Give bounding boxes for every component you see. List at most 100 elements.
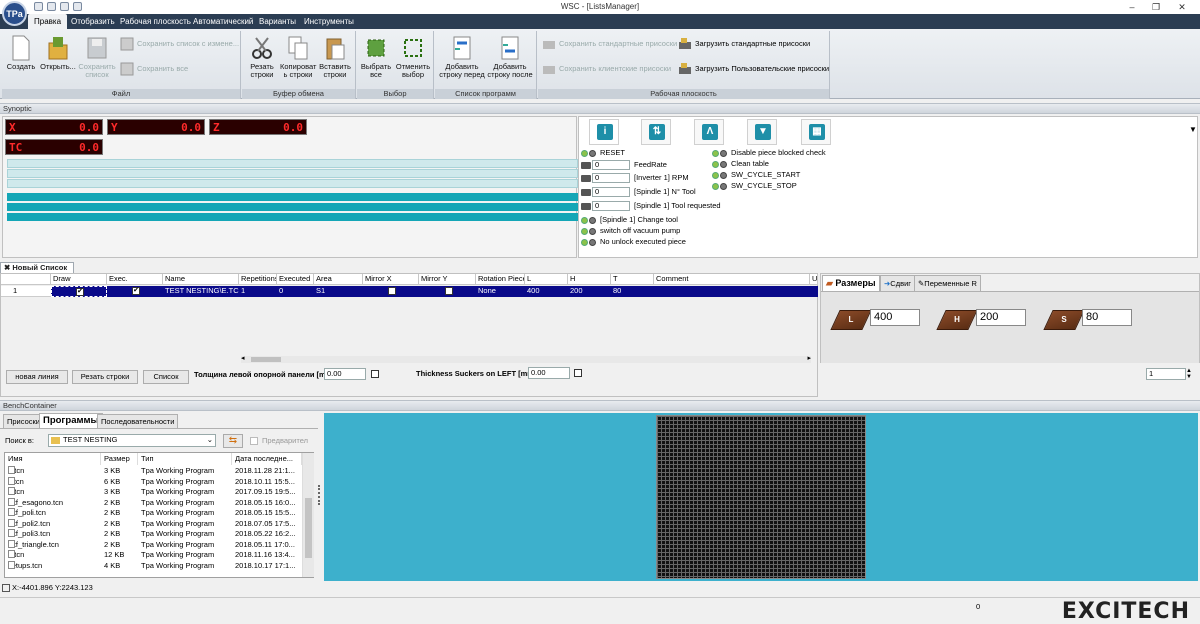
- spinner-arrows-icon[interactable]: ▲ ▼: [1186, 368, 1192, 380]
- mirror-x-checkbox[interactable]: [388, 287, 396, 296]
- tab-suckers[interactable]: Присоски: [3, 414, 44, 428]
- s-dimension-input[interactable]: 80: [1082, 309, 1132, 326]
- worktable-grid[interactable]: [656, 415, 866, 579]
- col-header-size[interactable]: Размер: [101, 453, 138, 465]
- col-header-comment[interactable]: Comment: [654, 274, 810, 285]
- list-item[interactable]: setups.tcn 4 KB Tpa Working Program 2018.10…: [5, 560, 301, 572]
- draw-checkbox-cell[interactable]: ✔: [51, 286, 107, 297]
- menu-edit[interactable]: Правка: [28, 14, 68, 29]
- spindle-button[interactable]: ▼: [747, 119, 777, 145]
- suckers-left-checkbox[interactable]: [574, 369, 582, 377]
- col-header-executed[interactable]: Executed: [277, 274, 314, 285]
- exec-checkbox-cell[interactable]: ✔: [107, 286, 163, 297]
- save-as-button[interactable]: Сохранить список с измене...: [120, 37, 239, 51]
- col-header-area[interactable]: Area: [314, 274, 363, 285]
- executed-cell[interactable]: 0: [277, 286, 314, 297]
- minimize-icon[interactable]: –: [1120, 0, 1144, 14]
- list-item[interactable]: dxf_poli.tcn 2 KB Tpa Working Program 2018.…: [5, 508, 301, 519]
- tab-sequences[interactable]: Последовательности: [97, 414, 179, 428]
- copies-spinner[interactable]: 1: [1146, 368, 1186, 380]
- mirror-y-checkbox[interactable]: [444, 287, 453, 296]
- restore-icon[interactable]: ❐: [1144, 0, 1168, 14]
- menu-workplane[interactable]: Рабочая плоскость: [120, 14, 191, 29]
- col-header-t[interactable]: T: [611, 274, 654, 285]
- menu-view[interactable]: Отобразить: [71, 14, 115, 29]
- scroll-left-icon[interactable]: ◂: [241, 354, 245, 362]
- suckers-left-input[interactable]: 0.00: [528, 367, 570, 379]
- l-cell[interactable]: 400: [525, 286, 568, 297]
- list-item[interactable]: dxf_triangle.tcn 2 KB Tpa Working Program 2…: [5, 539, 301, 551]
- save-list-button[interactable]: Сохранить список: [78, 35, 116, 79]
- tab-dimensions[interactable]: ▰ Размеры: [822, 275, 880, 291]
- create-button[interactable]: Создать: [6, 35, 36, 71]
- file-list-scrollbar[interactable]: [302, 453, 314, 577]
- col-header-l[interactable]: L: [525, 274, 568, 285]
- list-item[interactable]: b.tcn 3 KB Tpa Working Program 2018.11.28 2…: [5, 466, 301, 477]
- l-dimension-input[interactable]: 400: [870, 309, 920, 326]
- refresh-button[interactable]: ⇆: [223, 434, 243, 448]
- col-header-u[interactable]: U: [810, 274, 818, 285]
- save-all-button[interactable]: Сохранить все: [120, 62, 188, 76]
- scroll-right-icon[interactable]: ▸: [807, 354, 811, 362]
- comment-cell[interactable]: [654, 286, 810, 297]
- col-header-date[interactable]: Дата последне...: [232, 453, 302, 465]
- menu-tools[interactable]: Инструменты: [304, 14, 354, 29]
- tab-programs[interactable]: Программы: [39, 413, 103, 428]
- copy-rows-button[interactable]: Копироват ь строки: [280, 35, 316, 79]
- tab-list[interactable]: ✖ Новый Список 1*: [0, 262, 74, 282]
- load-user-suckers-button[interactable]: Загрузить Пользовательские присоски: [678, 62, 829, 76]
- close-icon[interactable]: ✕: [1170, 0, 1194, 14]
- scroll-thumb[interactable]: [251, 357, 281, 362]
- col-header-mirror-x[interactable]: Mirror X: [363, 274, 419, 285]
- col-header-exec[interactable]: Exec.: [107, 274, 163, 285]
- mirror-x-cell[interactable]: [363, 286, 419, 297]
- col-header-type[interactable]: Тип: [138, 453, 232, 465]
- h-cell[interactable]: 200: [568, 286, 611, 297]
- col-header-name[interactable]: Name: [163, 274, 239, 285]
- list-item[interactable]: c.tcn 6 KB Tpa Working Program 2018.10.11 1…: [5, 476, 301, 488]
- col-header-repetitions[interactable]: Repetitions: [239, 274, 277, 285]
- tab-shift[interactable]: ➜Сдвиг: [880, 275, 915, 291]
- select-all-button[interactable]: Выбрать все: [359, 35, 393, 79]
- list-item[interactable]: d.tcn 3 KB Tpa Working Program 2017.09.15 1…: [5, 487, 301, 498]
- chevron-down-icon[interactable]: ⌄: [207, 435, 213, 445]
- open-button[interactable]: Открыть...: [40, 35, 76, 71]
- add-row-before-button[interactable]: Добавить строку перед: [439, 35, 485, 79]
- tab-variables[interactable]: ✎Переменные R: [914, 275, 981, 291]
- name-cell[interactable]: TEST NESTING\E.TC: [163, 286, 239, 297]
- col-header[interactable]: [1, 274, 51, 285]
- list-item[interactable]: e.tcn 12 KB Tpa Working Program 2018.11.16 …: [5, 550, 301, 561]
- h-dimension-input[interactable]: 200: [976, 309, 1026, 326]
- expand-chevron-icon[interactable]: ▼: [1189, 125, 1197, 135]
- col-header-filename[interactable]: Имя: [5, 453, 101, 465]
- col-header-rotation[interactable]: Rotation Piece: [476, 274, 525, 285]
- rotation-cell[interactable]: None: [476, 286, 525, 297]
- exec-checkbox[interactable]: ✔: [132, 287, 140, 296]
- list-item[interactable]: dxf_poli2.tcn 2 KB Tpa Working Program 2018…: [5, 518, 301, 530]
- menu-automatic[interactable]: Автоматический: [193, 14, 253, 29]
- splitter-handle[interactable]: [318, 485, 322, 505]
- list-button[interactable]: Список: [143, 370, 189, 384]
- save-client-suckers-button[interactable]: Сохранить клиентские присоски: [542, 62, 671, 76]
- left-panel-checkbox[interactable]: [371, 370, 379, 378]
- horizontal-scrollbar[interactable]: ◂ ▸: [241, 354, 811, 363]
- mirror-y-cell[interactable]: [419, 286, 476, 297]
- area-cell[interactable]: S1: [314, 286, 363, 297]
- preview-checkbox[interactable]: [250, 437, 258, 445]
- save-std-suckers-button[interactable]: Сохранить стандартные присоски: [542, 37, 677, 51]
- col-header-h[interactable]: H: [568, 274, 611, 285]
- col-header-draw[interactable]: Draw: [51, 274, 107, 285]
- file-scroll-thumb[interactable]: [305, 498, 312, 558]
- info-button[interactable]: i: [589, 119, 619, 145]
- t-cell[interactable]: 80: [611, 286, 654, 297]
- menu-options[interactable]: Варианты: [259, 14, 296, 29]
- list-item[interactable]: dxf_poli3.tcn 2 KB Tpa Working Program 2018…: [5, 529, 301, 540]
- new-line-button[interactable]: новая линия: [6, 370, 68, 384]
- paste-rows-button[interactable]: Вставить строки: [318, 35, 352, 79]
- repetitions-cell[interactable]: 1: [239, 286, 277, 297]
- cut-rows-bottom-button[interactable]: Резать строки: [72, 370, 138, 384]
- col-header-mirror-y[interactable]: Mirror Y: [419, 274, 476, 285]
- cut-rows-button[interactable]: Резать строки: [246, 35, 278, 79]
- deselect-button[interactable]: Отменить выбор: [395, 35, 431, 79]
- io-button[interactable]: ⇅: [641, 119, 671, 145]
